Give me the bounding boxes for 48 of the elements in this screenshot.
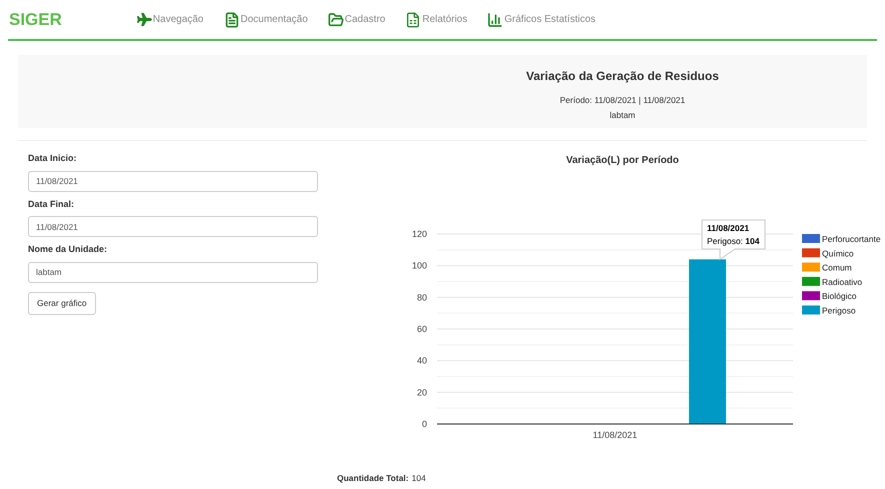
tooltip-box (702, 220, 766, 260)
field-label: Data Inicio: (28, 152, 78, 165)
legend-swatch (802, 262, 820, 272)
axis-tick-label: 120 (412, 229, 427, 239)
chart-title: Variação(L) por Período (566, 154, 679, 168)
nav-link[interactable]: Documentação (224, 12, 308, 28)
legend-swatch (802, 248, 820, 258)
tooltip-date: 11/08/2021 (707, 223, 750, 233)
input-field[interactable]: 11/08/2021 (28, 216, 318, 237)
nav-link[interactable]: Relatórios (405, 12, 468, 28)
input-field[interactable]: 11/08/2021 (28, 170, 318, 192)
report-unit: labtam (610, 108, 636, 122)
bar-chart-icon (487, 12, 504, 28)
legend-swatch (802, 276, 820, 286)
axis-tick-label: 100 (412, 260, 427, 271)
total-value: 104 (412, 472, 426, 485)
legend-label: Biológico (822, 291, 856, 302)
field-label: Nome da Unidade: (28, 243, 108, 256)
axis-tick-label: 0 (422, 419, 427, 429)
legend-label: Radioativo (822, 276, 862, 287)
field-label: Data Final: (28, 198, 76, 210)
axis-tick-label: 40 (416, 356, 427, 366)
tooltip-value: Perigoso: 104 (707, 236, 760, 246)
axis-tick-label: 20 (416, 387, 427, 398)
axis-tick-label: 80 (416, 292, 427, 302)
brand-logo[interactable]: SIGER (9, 6, 62, 32)
generate-chart-button[interactable]: Gerar gráfico (28, 292, 96, 314)
legend-swatch (802, 234, 820, 243)
legend-label: Perigoso (822, 306, 856, 316)
axis-tick-label: 11/08/2021 (592, 430, 638, 440)
nav-link[interactable]: Gráficos Estatísticos (487, 12, 596, 28)
nav-link[interactable]: Cadastro (328, 12, 386, 28)
document-icon (224, 12, 240, 28)
airplane-icon (136, 12, 152, 27)
folder-icon (328, 12, 344, 28)
legend-label: Químico (822, 248, 854, 258)
legend-label: Comum (822, 262, 852, 273)
legend-swatch (802, 291, 820, 300)
axis-tick-label: 60 (416, 324, 427, 334)
report-period: Período: 11/08/2021 | 11/08/2021 (560, 94, 686, 107)
legend-label: Perforucortante (822, 234, 881, 244)
report-icon (405, 12, 422, 28)
bar[interactable] (689, 259, 726, 424)
legend-swatch (802, 306, 820, 314)
input-field[interactable]: labtam (28, 262, 318, 282)
total-label: Quantidade Total: (337, 472, 409, 485)
nav-link[interactable]: Navegação (136, 12, 204, 27)
report-title: Variação da Geração de Residuos (526, 68, 719, 85)
